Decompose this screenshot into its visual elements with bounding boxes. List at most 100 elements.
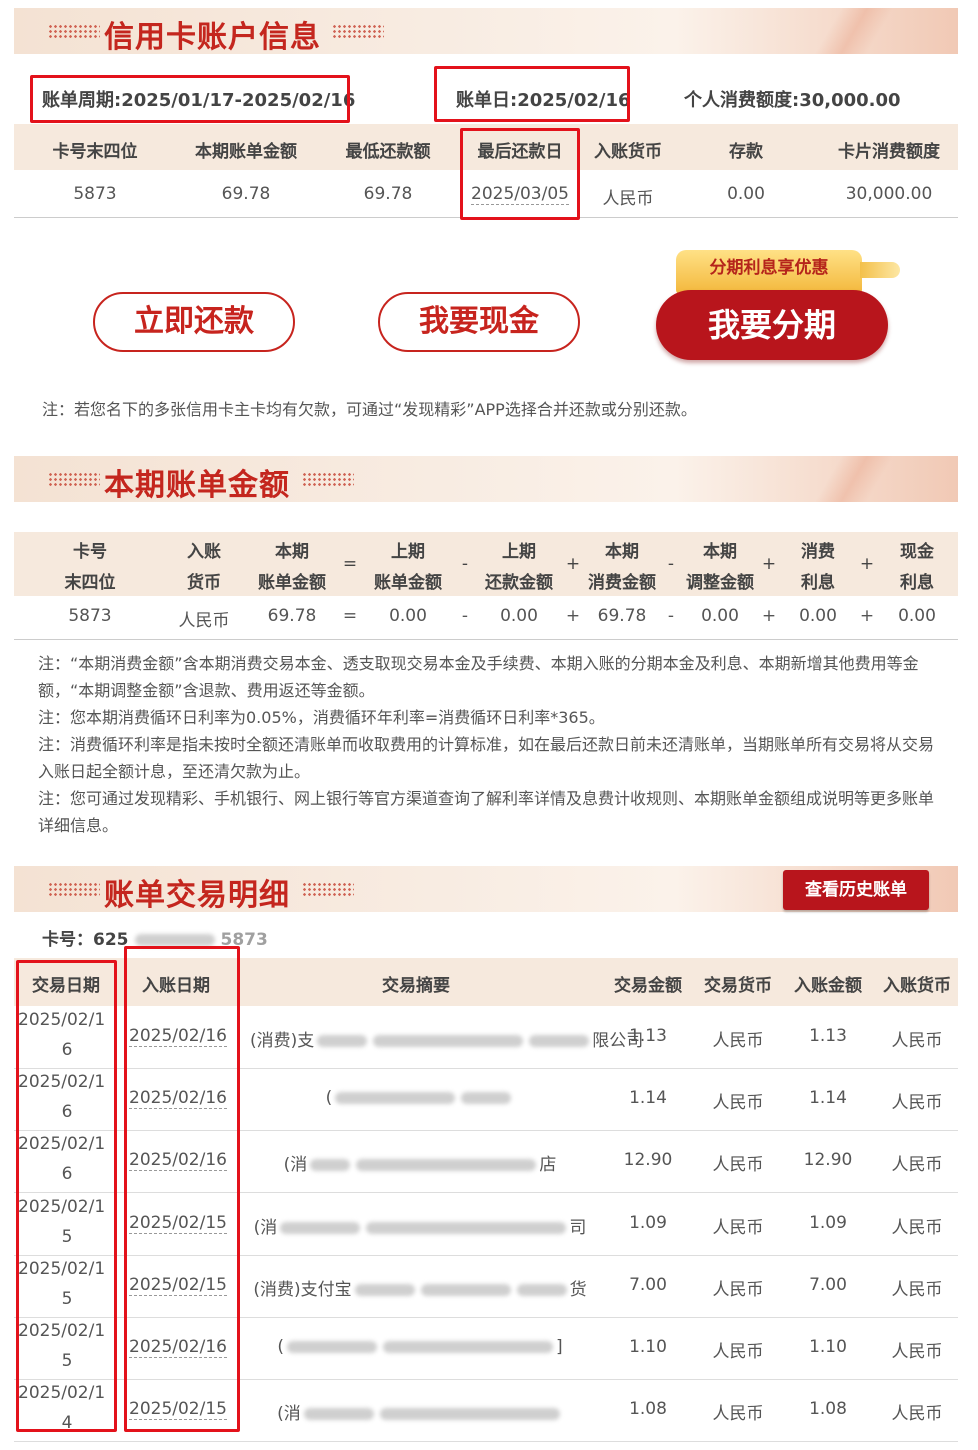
- note-line: 注：“本期消费金额”含本期消费交易本金、透支取现交易本金及手续费、本期入账的分期…: [38, 654, 919, 700]
- transaction-description: (消费)支 限公司: [250, 1026, 643, 1051]
- transaction-amount: 12.90: [623, 1150, 673, 1171]
- redacted-blur: [420, 1283, 511, 1296]
- posted-amount: 12.90: [803, 1150, 853, 1171]
- transaction-amount: 1.13: [629, 1026, 667, 1046]
- posted-currency: 人民币: [891, 1093, 943, 1114]
- transaction-currency: 人民币: [712, 1217, 764, 1238]
- dots-decoration: [48, 882, 100, 896]
- transaction-currency: 人民币: [712, 1031, 764, 1051]
- transaction-description: (: [250, 1088, 590, 1108]
- redacted-blur: [287, 1341, 377, 1353]
- posted-amount: 1.08: [809, 1399, 847, 1420]
- get-cash-button[interactable]: 我要现金: [378, 292, 580, 352]
- amount-cell: 0.00: [898, 606, 936, 626]
- view-history-button[interactable]: 查看历史账单: [783, 870, 929, 910]
- posted-currency: 人民币: [891, 1279, 943, 1300]
- header-top-cell: 入账: [187, 542, 221, 562]
- transaction-amount: 1.09: [629, 1212, 667, 1233]
- redacted-blur: [461, 1092, 512, 1105]
- merge-repay-note: 注：若您名下的多张信用卡主卡均有欠款，可通过“发现精彩”APP选择合并还款或分别…: [42, 400, 697, 419]
- description-prefix: (消费)支: [250, 1031, 315, 1051]
- description-suffix: 司: [569, 1217, 587, 1238]
- table-cell: 0.00: [727, 184, 765, 204]
- header-bottom-cell: 利息: [900, 573, 934, 593]
- card-number-label: 卡号：625: [42, 930, 129, 950]
- amount-cell: 5873: [68, 606, 112, 626]
- section-title: 本期账单金额: [104, 468, 290, 502]
- transaction-description: (消: [250, 1399, 590, 1424]
- description-suffix: ]: [556, 1337, 563, 1357]
- note-line: 注：您可通过发现精彩、手机银行、网上银行等官方渠道查询了解利率详情及息费计收规则…: [38, 789, 935, 835]
- banner-stripe: [808, 8, 898, 54]
- credit-limit: 个人消费额度:30,000.00: [684, 90, 901, 111]
- description-suffix: 店: [539, 1155, 557, 1176]
- installment-button[interactable]: 我要分期: [656, 290, 888, 360]
- posted-amount: 7.00: [809, 1274, 847, 1295]
- redacted-blur: [280, 1221, 361, 1234]
- banner-stripe: [808, 456, 898, 502]
- transaction-currency: 人民币: [712, 1342, 764, 1362]
- redacted-blur: [356, 1159, 537, 1172]
- posted-amount: 1.13: [809, 1026, 847, 1046]
- highlight-box: [460, 128, 580, 220]
- redacted-blur: [317, 1035, 368, 1047]
- posted-currency: 人民币: [891, 1217, 943, 1238]
- note-line: 注：消费循环利率是指未按时全额还清账单而收取费用的计算标准，如在最后还款日前未还…: [38, 735, 935, 781]
- installment-promo-ribbon: 分期利息享优惠: [676, 250, 862, 294]
- highlight-box: [16, 960, 117, 1432]
- dots-decoration: [302, 882, 354, 896]
- redacted-blur: [529, 1035, 590, 1047]
- dots-decoration: [48, 472, 100, 486]
- transaction-description: (]: [250, 1337, 590, 1357]
- repay-now-button[interactable]: 立即还款: [93, 292, 295, 352]
- transaction-currency: 人民币: [712, 1093, 764, 1114]
- posted-amount: 1.10: [809, 1337, 847, 1357]
- description-prefix: (: [277, 1337, 284, 1357]
- transaction-amount: 7.00: [629, 1274, 667, 1295]
- dots-decoration: [48, 24, 100, 38]
- interest-notes: 注：“本期消费金额”含本期消费交易本金、透支取现交易本金及手续费、本期入账的分期…: [38, 650, 942, 839]
- posted-amount: 1.14: [809, 1088, 847, 1109]
- redacted-blur: [335, 1092, 456, 1105]
- header-bottom-cell: 末四位: [64, 573, 116, 593]
- divider: [14, 639, 958, 640]
- header-top-cell: 现金: [900, 542, 934, 562]
- redacted-blur: [516, 1283, 567, 1296]
- transaction-description: (消 司: [250, 1213, 590, 1238]
- section-banner-account-info: 信用卡账户信息: [14, 8, 958, 54]
- transaction-currency: 人民币: [712, 1279, 764, 1300]
- ribbon-tail: [860, 262, 900, 278]
- description-prefix: (消费)支付宝: [253, 1279, 352, 1300]
- description-prefix: (消: [277, 1404, 301, 1425]
- redacted-blur: [134, 934, 215, 946]
- section-banner-bill-amount: 本期账单金额: [14, 456, 958, 502]
- posted-currency: 人民币: [891, 1404, 943, 1425]
- redacted-blur: [373, 1035, 524, 1047]
- table-header-cell: 最低还款额: [345, 142, 431, 162]
- posted-currency: 人民币: [891, 1031, 943, 1051]
- redacted-blur: [366, 1221, 567, 1234]
- posted-currency: 人民币: [891, 1342, 943, 1362]
- transaction-currency: 人民币: [712, 1404, 764, 1425]
- highlight-box: [434, 66, 630, 122]
- table-header-cell: 存款: [729, 142, 763, 162]
- dots-decoration: [332, 24, 384, 38]
- highlight-box: [124, 946, 240, 1432]
- dots-decoration: [302, 472, 354, 486]
- highlight-box: [30, 75, 350, 123]
- transaction-amount: 1.10: [629, 1337, 667, 1357]
- posted-amount: 1.09: [809, 1212, 847, 1233]
- transaction-currency: 人民币: [712, 1155, 764, 1176]
- transaction-header-cell: 交易摘要: [382, 976, 450, 996]
- redacted-blur: [354, 1283, 415, 1296]
- description-prefix: (消: [253, 1217, 278, 1238]
- transaction-amount: 1.14: [629, 1088, 667, 1109]
- header-bottom-cell: 货币: [187, 573, 221, 593]
- description-prefix: (消: [283, 1155, 308, 1176]
- transaction-description: (消费)支付宝 货: [250, 1275, 590, 1300]
- amount-cell: 人民币: [178, 611, 230, 631]
- table-header-cell: 卡号末四位: [52, 142, 138, 162]
- table-cell: 69.78: [363, 184, 413, 204]
- transaction-header-cell: 入账货币: [883, 976, 951, 996]
- section-title: 信用卡账户信息: [104, 20, 321, 54]
